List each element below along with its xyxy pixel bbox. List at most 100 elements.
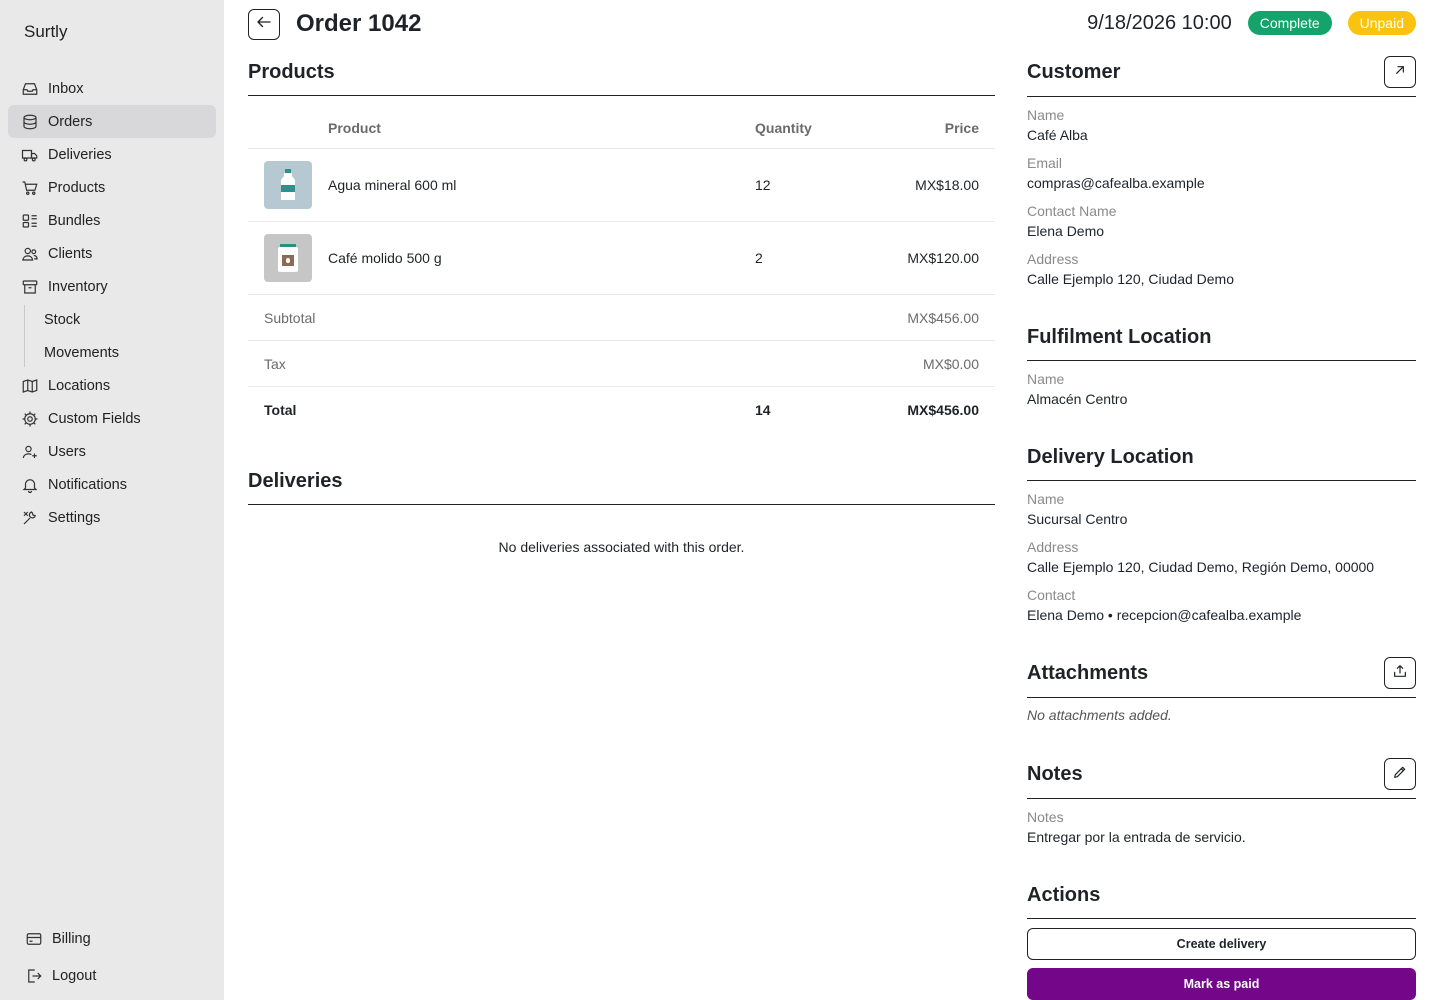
fulfilment-name-label: Name xyxy=(1027,371,1065,387)
credit-card-icon xyxy=(24,929,44,949)
sidebar-item-label: Deliveries xyxy=(48,146,112,163)
total-value: MX$456.00 xyxy=(907,402,979,418)
sidebar-item-stock[interactable]: Stock xyxy=(8,303,216,336)
sidebar-item-logout[interactable]: Logout xyxy=(8,957,216,994)
delivery-contact: Elena Demo • recepcion@cafealba.example xyxy=(1027,607,1302,623)
customer-email: compras@cafealba.example xyxy=(1027,175,1205,191)
sidebar-item-deliveries[interactable]: Deliveries xyxy=(8,138,216,171)
archive-icon xyxy=(20,277,40,297)
section-divider xyxy=(1027,360,1416,361)
order-status-bar: 9/18/2026 10:00 Complete Unpaid xyxy=(1087,11,1416,35)
column-header-product: Product xyxy=(328,120,381,136)
sidebar-item-bundles[interactable]: Bundles xyxy=(8,204,216,237)
sidebar-item-settings[interactable]: Settings xyxy=(8,501,216,534)
column-header-quantity: Quantity xyxy=(755,120,812,136)
customer-name-label: Name xyxy=(1027,107,1065,123)
customer-address-label: Address xyxy=(1027,251,1079,267)
back-button[interactable] xyxy=(248,9,280,40)
product-quantity: 2 xyxy=(755,250,763,266)
sidebar-item-label: Inbox xyxy=(48,80,84,97)
sidebar-item-label: Bundles xyxy=(48,212,101,229)
tax-value: MX$0.00 xyxy=(922,355,979,372)
sidebar-item-inbox[interactable]: Inbox xyxy=(8,72,216,105)
table-row[interactable]: Café molido 500 g 2 MX$120.00 xyxy=(248,222,995,295)
customer-contact-label: Contact Name xyxy=(1027,203,1117,219)
subtotal-label: Subtotal xyxy=(264,309,316,326)
cog-icon xyxy=(20,409,40,429)
edit-notes-button[interactable] xyxy=(1384,758,1416,790)
delivery-address: Calle Ejemplo 120, Ciudad Demo, Región D… xyxy=(1027,559,1375,575)
sidebar-item-users[interactable]: Users xyxy=(8,435,216,468)
sidebar-item-billing[interactable]: Billing xyxy=(8,920,216,957)
total-quantity: 14 xyxy=(755,402,771,418)
brand-logo: Surtly xyxy=(24,22,68,41)
attachments-section-title: Attachments xyxy=(1027,662,1149,684)
table-header: Product Quantity Price xyxy=(248,108,995,149)
sidebar: Surtly Inbox Orders Deliveries Products … xyxy=(0,0,224,1000)
table-row[interactable]: Agua mineral 600 ml 12 MX$18.00 xyxy=(248,149,995,222)
submenu-divider xyxy=(24,305,25,367)
delivery-location-section-title: Delivery Location xyxy=(1027,446,1194,468)
section-divider xyxy=(1027,798,1416,799)
pencil-icon xyxy=(1392,764,1408,785)
fulfilment-section-title: Fulfilment Location xyxy=(1027,326,1212,348)
status-badge-complete: Complete xyxy=(1247,11,1332,35)
product-price: MX$18.00 xyxy=(915,177,979,193)
sidebar-item-label: Notifications xyxy=(48,476,127,493)
sidebar-item-orders[interactable]: Orders xyxy=(8,105,216,138)
product-name: Café molido 500 g xyxy=(328,250,442,266)
customer-address: Calle Ejemplo 120, Ciudad Demo xyxy=(1027,271,1234,287)
sidebar-item-label: Logout xyxy=(52,967,97,984)
customer-name: Café Alba xyxy=(1027,127,1088,143)
sidebar-nav: Inbox Orders Deliveries Products Bundles… xyxy=(8,72,216,534)
arrow-left-icon xyxy=(255,13,273,36)
section-divider xyxy=(248,95,995,96)
coffee-bag-icon xyxy=(264,234,312,282)
sidebar-item-custom-fields[interactable]: Custom Fields xyxy=(8,402,216,435)
sidebar-item-inventory[interactable]: Inventory xyxy=(8,270,216,303)
tax-label: Tax xyxy=(264,355,286,372)
column-header-price: Price xyxy=(944,120,979,136)
products-table: Product Quantity Price Agua mineral 600 … xyxy=(248,108,995,433)
customer-contact: Elena Demo xyxy=(1027,223,1105,239)
payment-badge-unpaid: Unpaid xyxy=(1347,11,1416,35)
order-datetime: 9/18/2026 10:00 xyxy=(1087,11,1232,34)
bundles-icon xyxy=(20,211,40,231)
upload-icon xyxy=(1392,663,1408,684)
sidebar-item-clients[interactable]: Clients xyxy=(8,237,216,270)
fulfilment-name: Almacén Centro xyxy=(1027,391,1128,407)
mark-as-paid-button[interactable]: Mark as paid xyxy=(1027,968,1416,1000)
customer-email-label: Email xyxy=(1027,155,1063,171)
tax-row: Tax MX$0.00 xyxy=(248,341,995,387)
subtotal-row: Subtotal MX$456.00 xyxy=(248,295,995,341)
open-customer-button[interactable] xyxy=(1384,56,1416,88)
sidebar-item-notifications[interactable]: Notifications xyxy=(8,468,216,501)
create-delivery-button[interactable]: Create delivery xyxy=(1027,928,1416,960)
water-bottle-icon xyxy=(264,161,312,209)
notes-value: Entregar por la entrada de servicio. xyxy=(1027,829,1246,845)
notes-section-title: Notes xyxy=(1027,763,1083,785)
sidebar-item-label: Inventory xyxy=(48,278,108,295)
customer-details: Name Café Alba Email compras@cafealba.ex… xyxy=(1027,105,1416,297)
deliveries-section-title: Deliveries xyxy=(248,470,343,492)
total-label: Total xyxy=(264,402,297,418)
sidebar-item-label: Products xyxy=(48,179,106,196)
inventory-submenu: Stock Movements xyxy=(8,303,216,369)
upload-attachment-button[interactable] xyxy=(1384,657,1416,689)
sidebar-item-label: Settings xyxy=(48,509,101,526)
section-divider xyxy=(1027,480,1416,481)
customer-section-title: Customer xyxy=(1027,61,1121,83)
product-quantity: 12 xyxy=(755,177,771,193)
external-link-icon xyxy=(1392,62,1408,83)
delivery-name-label: Name xyxy=(1027,491,1065,507)
sidebar-item-products[interactable]: Products xyxy=(8,171,216,204)
sidebar-item-movements[interactable]: Movements xyxy=(8,336,216,369)
delivery-address-label: Address xyxy=(1027,539,1079,555)
database-icon xyxy=(20,112,40,132)
sidebar-item-label: Clients xyxy=(48,245,93,262)
inbox-icon xyxy=(20,79,40,99)
fulfilment-details: Name Almacén Centro xyxy=(1027,369,1416,417)
sidebar-item-label: Locations xyxy=(48,377,111,394)
sidebar-item-label: Billing xyxy=(52,930,91,947)
sidebar-item-locations[interactable]: Locations xyxy=(8,369,216,402)
